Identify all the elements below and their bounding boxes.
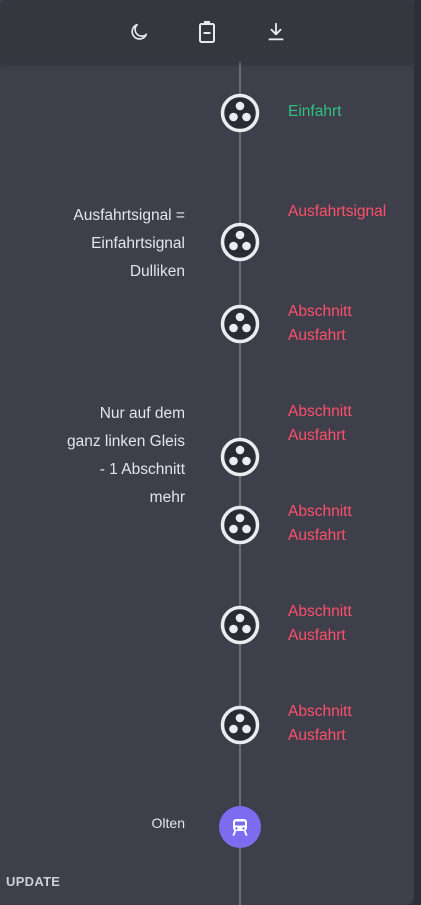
signal-icon[interactable] [220,437,260,477]
signal-note: Nur auf dem ganz linken Gleis - 1 Abschn… [66,405,185,506]
signal-label: Ausfahrtsignal [288,203,387,220]
toolbar [0,0,414,62]
signal-icon[interactable] [220,222,260,262]
signal-label: Abschnitt Ausfahrt [288,603,352,644]
signal-icon[interactable] [220,605,260,645]
signal-label: Einfahrt [288,103,342,120]
signal-icon[interactable] [220,304,260,344]
moon-icon[interactable] [126,19,152,45]
train-icon [232,819,248,836]
signal-note: Ausfahrtsignal = Einfahrtsignal Dulliken [73,207,185,280]
signal-label: Abschnitt Ausfahrt [288,703,352,744]
signal-icon[interactable] [220,505,260,545]
battery-icon[interactable] [194,19,220,45]
signal-icon[interactable] [220,93,260,133]
signal-icon[interactable] [220,705,260,745]
signal-label: Abschnitt Ausfahrt [288,403,352,444]
signal-label: Abschnitt Ausfahrt [288,503,352,544]
station-name: Olten [151,815,185,831]
timeline-line [239,62,241,905]
update-button[interactable]: UPDATE [6,874,60,889]
station-marker[interactable] [219,806,261,848]
app-screen: Einfahrt Ausfahrtsignal = Einfahrtsignal… [0,0,414,905]
signal-label: Abschnitt Ausfahrt [288,303,352,344]
download-icon[interactable] [263,19,289,45]
